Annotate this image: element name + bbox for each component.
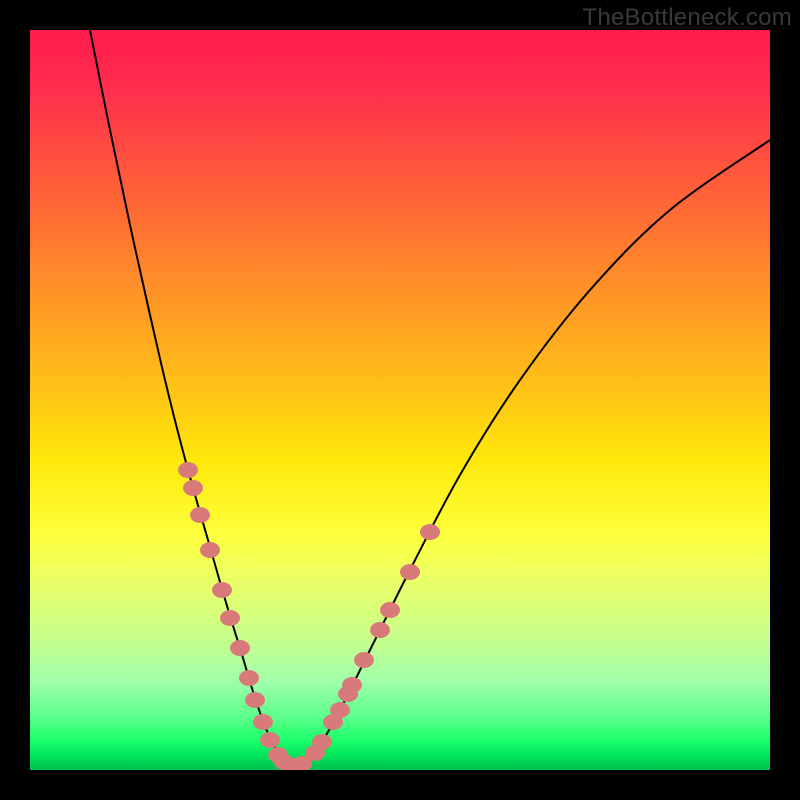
- data-marker: [400, 564, 420, 580]
- data-marker: [200, 542, 220, 558]
- data-marker: [183, 480, 203, 496]
- data-marker: [230, 640, 250, 656]
- data-marker: [330, 702, 350, 718]
- data-marker: [245, 692, 265, 708]
- bottleneck-curve: [90, 30, 770, 767]
- watermark-text: TheBottleneck.com: [582, 4, 792, 32]
- data-marker: [420, 524, 440, 540]
- plot-area: [30, 30, 770, 770]
- data-marker: [178, 462, 198, 478]
- data-markers: [178, 462, 440, 770]
- data-marker: [212, 582, 232, 598]
- data-marker: [342, 677, 362, 693]
- data-marker: [370, 622, 390, 638]
- data-marker: [220, 610, 240, 626]
- data-marker: [312, 734, 332, 750]
- chart-container: TheBottleneck.com: [0, 0, 800, 800]
- data-marker: [260, 732, 280, 748]
- data-marker: [190, 507, 210, 523]
- data-marker: [239, 670, 259, 686]
- data-marker: [253, 714, 273, 730]
- data-marker: [354, 652, 374, 668]
- data-marker: [380, 602, 400, 618]
- chart-svg: [30, 30, 770, 770]
